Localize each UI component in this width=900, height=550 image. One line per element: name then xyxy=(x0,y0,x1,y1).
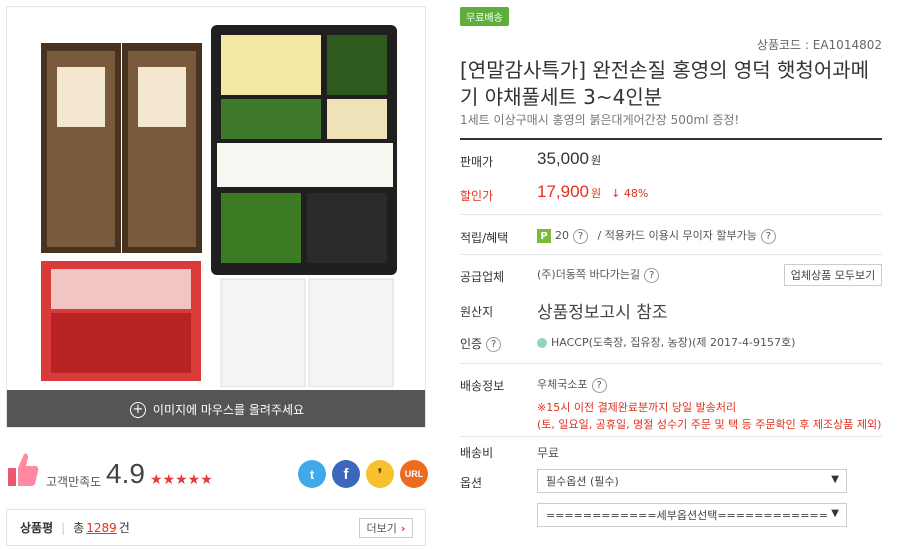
chevron-down-icon: ▼ xyxy=(831,508,839,519)
product-title: [연말감사특가] 완전손질 홍영의 영덕 햇청어과메기 야채풀세트 3~4인분 xyxy=(460,58,870,109)
kakao-icon: ❜ xyxy=(377,466,383,481)
chevron-right-icon: › xyxy=(400,521,406,535)
shipping-method: 우체국소포? xyxy=(537,376,607,393)
currency-unit: 원 xyxy=(591,154,602,167)
divider: | xyxy=(61,520,66,535)
twitter-icon: t xyxy=(309,466,315,482)
more-label: 더보기 xyxy=(366,522,397,535)
facebook-icon: f xyxy=(343,465,349,483)
satisfaction-label: 고객만족도 xyxy=(46,475,102,489)
divider xyxy=(460,138,882,140)
help-icon[interactable]: ? xyxy=(591,377,607,393)
review-more-button[interactable]: 더보기 › xyxy=(359,518,413,538)
discount-rate: ↓ 48% xyxy=(611,187,649,200)
help-icon[interactable]: ? xyxy=(644,267,660,283)
product-image-panel: + 이미지에 마우스를 올려주세요 xyxy=(6,6,426,428)
divider xyxy=(460,254,882,255)
satisfaction-score: 4.9 xyxy=(106,458,145,489)
shipping-carrier: 우체국소포 xyxy=(537,378,588,391)
product-subtitle: 1세트 이상구매시 홍영의 붉은대게어간장 500ml 증정! xyxy=(460,113,740,127)
cert-text: HACCP(도축장, 집유장, 농장)(제 2017-4-9157호) xyxy=(551,336,796,349)
points-label: 적립/혜택 xyxy=(460,231,509,245)
product-info: 무료배송 상품코드 : EA1014802 [연말감사특가] 완전손질 홍영의 … xyxy=(460,0,886,550)
cert-label-wrap: 인증? xyxy=(460,335,502,352)
review-count[interactable]: 1289 xyxy=(86,521,117,535)
chevron-down-icon: ▼ xyxy=(831,474,839,485)
help-icon[interactable]: ? xyxy=(486,337,502,352)
review-summary: 상품평 | 총 1289 건 더보기 › xyxy=(6,509,426,546)
product-code: 상품코드 : EA1014802 xyxy=(756,38,882,52)
vendor-value: (주)더동쪽 바다가는길? xyxy=(537,266,660,283)
origin-label: 원산지 xyxy=(460,305,494,319)
divider xyxy=(460,436,882,437)
free-shipping-badge: 무료배송 xyxy=(460,7,509,26)
points-value: P 20? / 적용카드 이용시 무이자 할부가능? xyxy=(537,227,776,244)
points-icon: P xyxy=(537,229,551,243)
points-amount: 20 xyxy=(555,229,569,242)
divider xyxy=(460,214,882,215)
thumbs-up-icon xyxy=(8,453,39,486)
twitter-share-button[interactable]: t xyxy=(298,460,326,488)
shipping-note-2: (토, 일요일, 공휴일, 명절 성수기 주문 및 택 등 주문확인 후 제조상… xyxy=(537,418,882,431)
price-label: 판매가 xyxy=(460,155,494,169)
help-icon[interactable]: ? xyxy=(760,228,776,244)
product-image[interactable] xyxy=(7,7,425,388)
url-icon: URL xyxy=(404,469,424,479)
price-value: 35,000 원 xyxy=(537,149,601,169)
sale-label: 할인가 xyxy=(460,189,494,203)
shipping-note-1: ※15시 이전 결제완료분까지 당일 발송처리 xyxy=(537,401,737,414)
original-price: 35,000 xyxy=(537,149,589,168)
origin-value: 상품정보고시 참조 xyxy=(537,303,668,323)
cert-label: 인증 xyxy=(460,337,483,351)
product-photo-illustration xyxy=(41,25,397,388)
option-label: 옵션 xyxy=(460,476,483,490)
fee-label: 배송비 xyxy=(460,446,494,460)
sale-value: 17,900 원 ↓ 48% xyxy=(537,182,648,202)
detail-option-value: ============세부옵션선택============ xyxy=(546,509,828,522)
review-total-prefix: 총 xyxy=(73,521,85,535)
cert-value: HACCP(도축장, 집유장, 농장)(제 2017-4-9157호) xyxy=(537,334,795,350)
sale-price: 17,900 xyxy=(537,182,589,201)
hover-hint-text: 이미지에 마우스를 올려주세요 xyxy=(152,403,305,417)
review-label: 상품평 xyxy=(20,521,54,535)
detail-option-select[interactable]: ============세부옵션선택============ ▼ xyxy=(537,503,847,527)
card-benefit-text: / 적용카드 이용시 무이자 할부가능 xyxy=(597,229,757,242)
vendor-name: (주)더동쪽 바다가는길 xyxy=(537,268,641,281)
plus-icon: + xyxy=(129,401,146,418)
star-rating: ★★★★★ xyxy=(150,472,213,488)
vendor-all-products-button[interactable]: 업체상품 모두보기 xyxy=(784,264,882,286)
divider xyxy=(460,363,882,364)
currency-unit: 원 xyxy=(591,187,602,200)
fee-value: 무료 xyxy=(537,446,560,460)
rating-row: 고객만족도 4.9 ★★★★★ t f ❜ URL xyxy=(6,448,428,498)
facebook-share-button[interactable]: f xyxy=(332,460,360,488)
url-copy-button[interactable]: URL xyxy=(400,460,428,488)
review-count-suffix: 건 xyxy=(118,521,130,535)
haccp-icon xyxy=(537,338,547,348)
image-hover-hint-bar[interactable]: + 이미지에 마우스를 올려주세요 xyxy=(7,390,425,427)
shipping-label: 배송정보 xyxy=(460,379,505,393)
vendor-label: 공급업체 xyxy=(460,270,505,284)
required-option-select[interactable]: 필수옵션 (필수) ▼ xyxy=(537,469,847,493)
required-option-value: 필수옵션 (필수) xyxy=(546,475,619,488)
kakao-share-button[interactable]: ❜ xyxy=(366,460,394,488)
help-icon[interactable]: ? xyxy=(573,228,588,244)
